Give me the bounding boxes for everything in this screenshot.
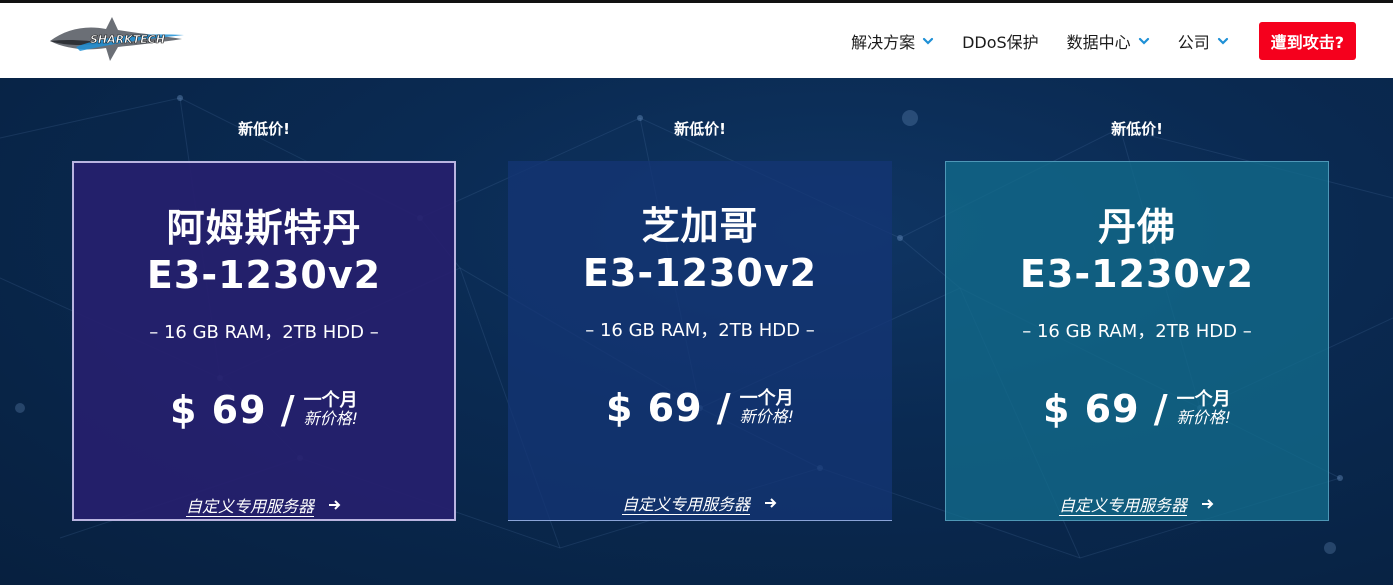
card-price: $ 69 / [1042, 387, 1169, 431]
custom-server-link[interactable]: 自定义专用服务器 [74, 493, 454, 517]
card-new-price-label: 新价格! [1176, 408, 1232, 428]
card-specs: – 16 GB RAM，2TB HDD – [585, 320, 815, 341]
under-attack-button[interactable]: 遭到攻击? [1258, 21, 1356, 60]
svg-text:SHARKTECH: SHARKTECH [90, 33, 165, 46]
chevron-down-icon [922, 37, 934, 45]
card-model: E3-1230v2 [146, 253, 382, 297]
nav-item-ddos[interactable]: DDoS保护 [962, 29, 1039, 53]
chevron-down-icon [1217, 37, 1228, 45]
card-model: E3-1230v2 [582, 251, 818, 295]
card-price-note: 一个月 新价格! [303, 391, 359, 429]
nav-item-datacenters[interactable]: 数据中心 [1067, 29, 1150, 53]
new-low-price-tag: 新低价! [1111, 120, 1163, 138]
custom-server-link[interactable]: 自定义专用服务器 [508, 491, 892, 515]
chevron-down-icon [1138, 37, 1149, 45]
card-price: $ 69 / [169, 388, 296, 432]
card-specs: – 16 GB RAM，2TB HDD – [1022, 321, 1252, 342]
custom-server-link-label[interactable]: 自定义专用服务器 [186, 493, 314, 517]
arrow-right-icon [765, 498, 777, 508]
site-header: SHARKTECH 解决方案 DDoS保护 数据中心 公司 遭到攻击? [0, 3, 1393, 78]
offer-card: 阿姆斯特丹 E3-1230v2 – 16 GB RAM，2TB HDD – $ … [72, 161, 456, 521]
card-city: 丹佛 [1097, 205, 1176, 249]
custom-server-link-label[interactable]: 自定义专用服务器 [622, 491, 750, 515]
card-price: $ 69 / [605, 386, 732, 430]
nav-item-solutions[interactable]: 解决方案 [851, 29, 934, 53]
custom-server-link[interactable]: 自定义专用服务器 [946, 492, 1328, 516]
nav-item-company[interactable]: 公司 [1178, 29, 1229, 53]
nav-item-label: 公司 [1177, 32, 1210, 52]
shark-logo-icon: SHARKTECH [50, 17, 184, 61]
new-low-price-tag: 新低价! [238, 120, 290, 138]
new-low-price-tag: 新低价! [674, 120, 726, 138]
arrow-right-icon [329, 500, 341, 510]
card-price-block: $ 69 / 一个月 新价格! [508, 386, 892, 430]
card-price-block: $ 69 / 一个月 新价格! [946, 387, 1328, 431]
nav-item-label: 解决方案 [851, 32, 916, 52]
card-price-note: 一个月 新价格! [1176, 390, 1232, 428]
pricing-hero: 新低价! 阿姆斯特丹 E3-1230v2 – 16 GB RAM，2TB HDD… [0, 78, 1393, 585]
custom-server-link-label[interactable]: 自定义专用服务器 [1059, 492, 1187, 516]
nav-item-label: DDoS保护 [962, 32, 1039, 52]
sharktech-logo[interactable]: SHARKTECH [46, 13, 186, 65]
nav-item-label: 数据中心 [1066, 32, 1131, 52]
card-new-price-label: 新价格! [739, 407, 795, 427]
main-nav: 解决方案 DDoS保护 数据中心 公司 遭到攻击? [851, 3, 1393, 78]
card-new-price-label: 新价格! [303, 409, 359, 429]
offer-card: 丹佛 E3-1230v2 – 16 GB RAM，2TB HDD – $ 69 … [945, 161, 1329, 521]
card-price-note: 一个月 新价格! [739, 389, 795, 427]
card-city: 芝加哥 [641, 204, 759, 248]
offer-card: 芝加哥 E3-1230v2 – 16 GB RAM，2TB HDD – $ 69… [508, 161, 892, 521]
arrow-right-icon [1202, 499, 1214, 509]
card-price-block: $ 69 / 一个月 新价格! [74, 388, 454, 432]
card-city: 阿姆斯特丹 [166, 206, 362, 250]
card-specs: – 16 GB RAM，2TB HDD – [149, 322, 379, 343]
card-model: E3-1230v2 [1019, 252, 1255, 296]
